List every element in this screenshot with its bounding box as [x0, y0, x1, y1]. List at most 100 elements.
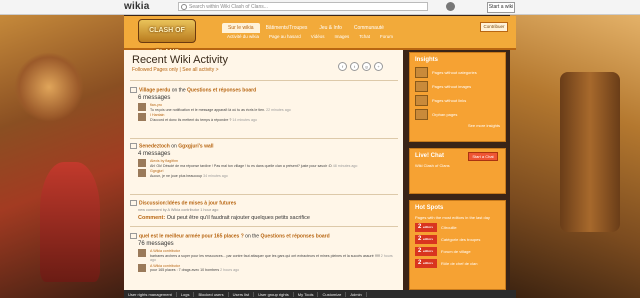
- activity-item: Discussion:Idées de mises à jour futures…: [130, 200, 398, 221]
- hotspots-subtitle: Pages with the most editors in the last …: [415, 215, 490, 220]
- page-link[interactable]: Discussion:Idées de mises à jour futures: [139, 200, 236, 206]
- hotspot-unit: editors: [423, 237, 434, 241]
- nav-sub-tchat[interactable]: Tchat: [354, 33, 375, 40]
- reply-user[interactable]: A Wikia contributor: [150, 264, 180, 268]
- wiki-logo[interactable]: CLASH OF CLANS: [138, 19, 196, 56]
- reply-user[interactable]: A Wikia contributor: [150, 249, 180, 253]
- hotspot-badge: 2 editors: [415, 223, 437, 232]
- toolbar-blocked-users[interactable]: Blocked users: [194, 291, 229, 297]
- hotspot-count: 2: [418, 236, 422, 242]
- nav-tab-jeu-info[interactable]: Jeu & Info: [313, 23, 348, 33]
- avatar: [138, 249, 146, 258]
- reply-time: 2 hours ago: [220, 268, 240, 273]
- facebook-icon[interactable]: f: [338, 62, 347, 71]
- start-a-wiki-button[interactable]: Start a wiki: [487, 2, 515, 13]
- global-navigation-bar: wikia Search within Wiki Clash of Clans.…: [0, 0, 640, 15]
- activity-item: quel est le meilleur armée pour 165 plac…: [130, 233, 398, 273]
- hotspot-unit: editors: [423, 261, 434, 265]
- start-chat-button[interactable]: Start a Chat: [468, 152, 498, 161]
- hotspot-label[interactable]: Forum de village: [441, 249, 471, 254]
- insight-item[interactable]: Pages without categories: [415, 67, 500, 78]
- user-avatar[interactable]: [446, 2, 455, 11]
- hotspot-label[interactable]: Citrouille: [441, 225, 457, 230]
- hotspot-item[interactable]: 2 editors Forum de village: [415, 247, 500, 256]
- nav-sub-forum[interactable]: Forum: [375, 33, 398, 40]
- activity-filter: Followed Pages only | See all activity >: [132, 67, 219, 73]
- hotspot-label[interactable]: Catégorie des troupes: [441, 237, 480, 242]
- toolbar-user-rights[interactable]: User rights management: [124, 291, 177, 297]
- reply-text: pour 165 places : 7 drags avec 10 bomber…: [150, 268, 220, 273]
- insight-item[interactable]: Orphan pages: [415, 109, 500, 120]
- hotspot-item[interactable]: 2 editors Rôle de chef de clan: [415, 259, 500, 268]
- hotspot-badge: 2 editors: [415, 259, 437, 268]
- toolbar-admin[interactable]: Admin: [346, 291, 367, 297]
- hotspot-item[interactable]: 2 editors Catégorie des troupes: [415, 235, 500, 244]
- nav-sub-page-hasard[interactable]: Page au hasard: [264, 33, 306, 40]
- wiki-nav-sub: Activité du wikia Page au hasard Vidéos …: [222, 33, 398, 40]
- main-content: Recent Wiki Activity Followed Pages only…: [124, 50, 403, 290]
- thread-link[interactable]: Village perdu: [139, 87, 170, 93]
- hotspots-module: Hot Spots Pages with the most editors in…: [409, 200, 506, 290]
- wall-link[interactable]: Ggxgjuri's wall: [178, 143, 213, 149]
- insight-item[interactable]: Pages without links: [415, 95, 500, 106]
- nav-tab-communaute[interactable]: Communauté: [348, 23, 390, 33]
- reply-time: 14 minutes ago: [232, 117, 257, 122]
- toolbar-customize[interactable]: Customize: [318, 291, 347, 297]
- nav-tab-sur-le-wikia[interactable]: Sur le wikia: [222, 23, 260, 33]
- reply-item: A Wikia contributor barbares archers a su…: [138, 249, 398, 263]
- reply-user[interactable]: Ggxgjuri: [150, 169, 163, 173]
- reply-user[interactable]: I Hantain: [150, 113, 164, 117]
- message-count: 76 messages: [138, 241, 174, 248]
- thread-link[interactable]: quel est le meilleur armée pour 165 plac…: [139, 233, 244, 239]
- reply-item: I Hantain D'accord et donc ils mettent du…: [138, 113, 398, 122]
- reply-text: Tu reçois une notification et le message…: [150, 107, 266, 112]
- reply-item: Alexis by flagithm Ah! Ok! Désolé de ma r…: [138, 159, 398, 168]
- hotspot-item[interactable]: 2 editors Citrouille: [415, 223, 500, 232]
- nav-tab-batiments[interactable]: Bâtiments/Troupes: [260, 23, 314, 33]
- reply-item: A Wikia contributor pour 165 places : 7 d…: [138, 263, 398, 273]
- page-title: Recent Wiki Activity: [132, 54, 228, 66]
- activity-on-text: on: [169, 143, 179, 150]
- message-count: 6 messages: [138, 95, 171, 102]
- see-more-insights-link[interactable]: See more insights: [410, 123, 500, 128]
- reply-user[interactable]: Alexis by flagithm: [150, 159, 178, 163]
- board-link[interactable]: Questions et réponses board: [260, 233, 329, 239]
- board-link[interactable]: Questions et réponses board: [187, 87, 256, 93]
- reply-time: 22 minutes ago: [266, 107, 291, 112]
- see-all-activity-link[interactable]: See all activity >: [182, 67, 218, 73]
- activity-comment: Comment: Oui peut être qu'il faudrait ra…: [138, 215, 398, 221]
- thread-link[interactable]: Senedeztoch: [139, 143, 170, 149]
- reply-time: 34 minutes ago: [203, 173, 228, 178]
- twitter-icon[interactable]: t: [350, 62, 359, 71]
- nav-sub-images[interactable]: Images: [329, 33, 354, 40]
- contribute-button[interactable]: Contribuer: [480, 22, 508, 32]
- hotspot-count: 2: [418, 260, 422, 266]
- hotspot-badge: 2 editors: [415, 235, 437, 244]
- wikia-logo[interactable]: wikia: [124, 1, 149, 12]
- global-search-input[interactable]: Search within Wiki Clash of Clans...: [178, 2, 428, 11]
- followed-pages-link[interactable]: Followed Pages only: [132, 67, 178, 73]
- social-share-icons: f t g +: [338, 62, 383, 71]
- insight-icon: [415, 109, 428, 120]
- message-count: 4 messages: [138, 151, 171, 158]
- comment-label: Comment:: [138, 215, 166, 222]
- hotspot-count: 2: [418, 224, 422, 230]
- nav-sub-videos[interactable]: Vidéos: [306, 33, 330, 40]
- reply-item: Ggxgjuri Aucun, je ne joue plus beaucoup …: [138, 169, 398, 178]
- nav-sub-activite[interactable]: Activité du wikia: [222, 33, 264, 40]
- toolbar-my-tools[interactable]: My Tools: [294, 291, 319, 297]
- avatar: [138, 263, 146, 272]
- google-plus-icon[interactable]: g: [362, 62, 371, 71]
- insights-title: Insights: [415, 57, 439, 63]
- hotspot-label[interactable]: Rôle de chef de clan: [441, 261, 477, 266]
- insight-item[interactable]: Pages without images: [415, 81, 500, 92]
- insight-icon: [415, 67, 428, 78]
- toolbar-logs[interactable]: Logs: [177, 291, 195, 297]
- divider: [130, 80, 398, 81]
- reply-text: barbares archers a super pour les ressou…: [150, 253, 380, 258]
- share-icon[interactable]: +: [374, 62, 383, 71]
- reply-user[interactable]: flan-yro: [150, 103, 162, 107]
- insight-label: Pages without links: [432, 98, 467, 103]
- toolbar-group-rights[interactable]: User group rights: [254, 291, 294, 297]
- toolbar-users-list[interactable]: Users list: [229, 291, 255, 297]
